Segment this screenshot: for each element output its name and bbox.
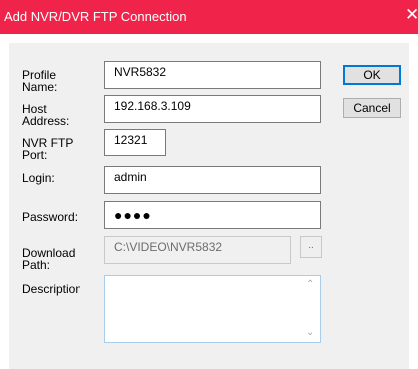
download-path-input: C:\VIDEO\NVR5832 (104, 236, 291, 264)
description-label: Description: (22, 283, 80, 296)
download-path-label: Download Path: (22, 247, 76, 271)
password-label: Password: (22, 211, 79, 224)
description-scrollbar[interactable]: ⌃ ⌄ (302, 277, 319, 341)
password-input[interactable]: ●●●● (104, 201, 321, 229)
nvr-ftp-port-input[interactable]: 12321 (104, 129, 166, 156)
profile-name-label: Profile Name: (22, 69, 58, 93)
browse-button: .. (300, 236, 322, 258)
login-input[interactable]: admin (104, 166, 321, 194)
close-icon[interactable]: ✕ (405, 6, 418, 23)
cancel-button[interactable]: Cancel (343, 98, 401, 118)
chevron-up-icon[interactable]: ⌃ (306, 279, 314, 290)
title-bar: Add NVR/DVR FTP Connection ✕ (0, 0, 418, 34)
nvr-ftp-port-label: NVR FTP Port: (22, 137, 74, 161)
description-textarea[interactable]: ⌃ ⌄ (104, 275, 321, 343)
host-address-input[interactable]: 192.168.3.109 (104, 95, 321, 123)
dialog-title: Add NVR/DVR FTP Connection (4, 9, 187, 24)
profile-name-input[interactable]: NVR5832 (104, 61, 321, 89)
dialog-body: Profile Name: NVR5832 Host Address: 192.… (9, 43, 409, 369)
host-address-label: Host Address: (22, 103, 70, 127)
login-label: Login: (22, 172, 55, 185)
chevron-down-icon[interactable]: ⌄ (306, 327, 314, 338)
ok-button[interactable]: OK (343, 65, 401, 85)
